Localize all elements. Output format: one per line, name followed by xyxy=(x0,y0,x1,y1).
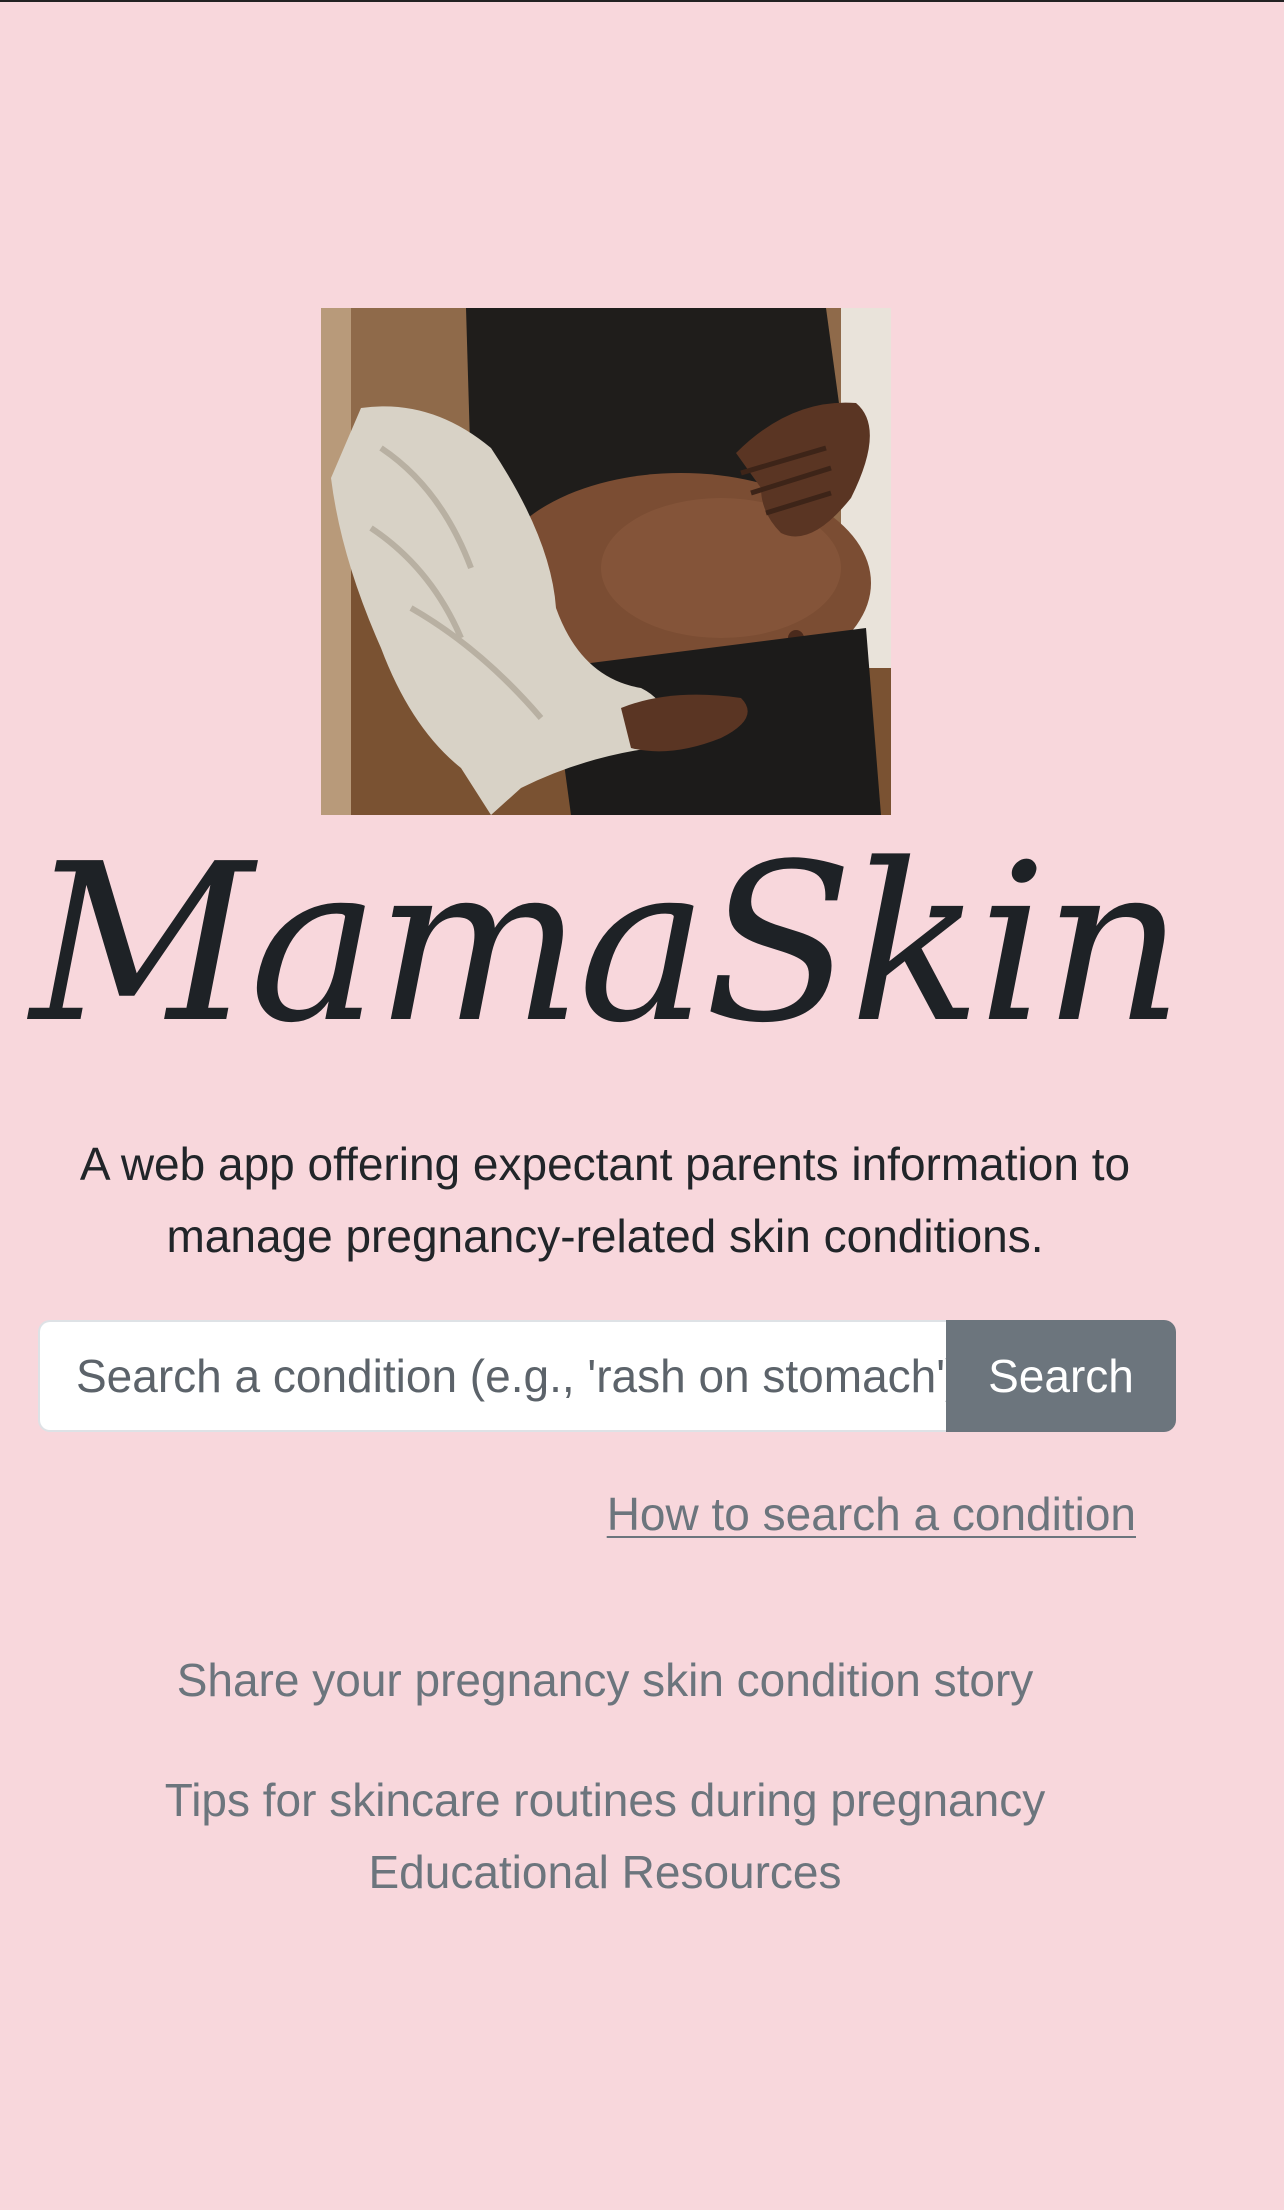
share-story-link[interactable]: Share your pregnancy skin condition stor… xyxy=(0,1644,1210,1716)
skincare-tips-link[interactable]: Tips for skincare routines during pregna… xyxy=(0,1764,1210,1836)
tagline: A web app offering expectant parents inf… xyxy=(0,1128,1210,1272)
search-form: Search xyxy=(38,1320,1176,1432)
search-button[interactable]: Search xyxy=(946,1320,1176,1432)
pregnant-belly-illustration xyxy=(321,308,891,815)
educational-resources-link[interactable]: Educational Resources xyxy=(0,1836,1210,1908)
tagline-line-1: A web app offering expectant parents inf… xyxy=(79,1138,1131,1190)
how-to-search-link[interactable]: How to search a condition xyxy=(607,1484,1136,1544)
brand-title: MamaSkin xyxy=(30,818,1183,1071)
tagline-line-2: manage pregnancy-related skin conditions… xyxy=(166,1210,1044,1262)
hero-photo xyxy=(321,308,891,815)
story-link-container: Share your pregnancy skin condition stor… xyxy=(0,1644,1210,1716)
top-border xyxy=(0,0,1284,2)
search-input[interactable] xyxy=(38,1320,946,1432)
resources-link-container: Tips for skincare routines during pregna… xyxy=(0,1764,1210,1908)
